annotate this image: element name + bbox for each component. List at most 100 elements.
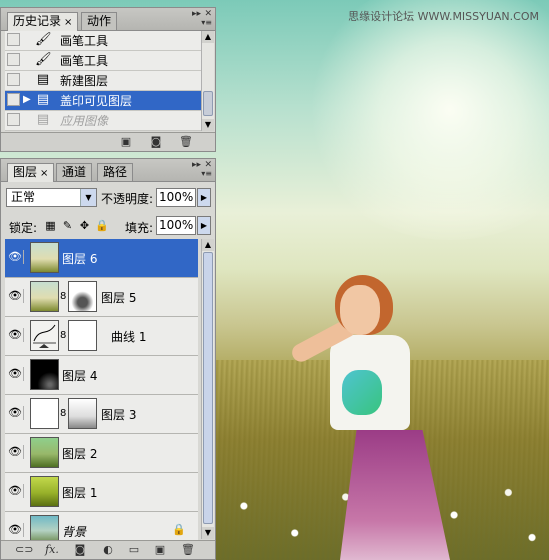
history-item-label: 画笔工具: [60, 34, 109, 48]
tab-layers[interactable]: 图层 ×: [7, 163, 55, 182]
panel-menu-icon[interactable]: ▾≡: [201, 18, 212, 27]
chain-link-icon[interactable]: 8: [60, 291, 66, 302]
close-icon[interactable]: ×: [64, 17, 72, 28]
scroll-thumb[interactable]: [203, 252, 213, 524]
tab-history-label: 历史记录: [13, 14, 62, 28]
layer-mask-thumbnail: [68, 320, 97, 351]
layer-row[interactable]: 👁 8 曲线 1: [5, 317, 198, 356]
fx-icon[interactable]: fx.: [45, 543, 59, 556]
snapshot-source-checkbox[interactable]: [7, 73, 20, 86]
layer-row[interactable]: 👁 图层 2: [5, 434, 198, 473]
visibility-eye-icon[interactable]: 👁: [7, 250, 24, 264]
document-icon: ▤: [36, 72, 50, 87]
history-item-label: 应用图像: [60, 114, 109, 128]
new-document-from-state-icon[interactable]: ▣: [119, 135, 133, 148]
snapshot-source-checkbox[interactable]: [7, 53, 20, 66]
fill-input[interactable]: 100%: [156, 216, 196, 235]
layers-scrollbar[interactable]: ▲ ▼: [201, 239, 214, 539]
scroll-thumb[interactable]: [203, 91, 213, 116]
mask-icon[interactable]: ◙: [73, 543, 87, 556]
lock-all-icon[interactable]: 🔒: [95, 219, 109, 232]
fill-slider-button[interactable]: ▶: [197, 216, 211, 235]
layer-name[interactable]: 图层 6: [62, 250, 97, 267]
layers-footer: ⊂⊃ fx. ◙ ◐ ▭ ▣ 🗑: [1, 540, 215, 559]
layer-thumbnail: [30, 476, 59, 507]
brush-icon: 🖌: [35, 32, 52, 47]
lock-pixels-icon[interactable]: ✎: [61, 219, 74, 232]
trash-icon[interactable]: 🗑: [179, 135, 193, 148]
opacity-input[interactable]: 100%: [156, 188, 196, 207]
layer-name[interactable]: 图层 5: [101, 289, 136, 306]
trash-icon[interactable]: 🗑: [181, 543, 195, 556]
layer-row[interactable]: 👁 图层 4: [5, 356, 198, 395]
folder-icon[interactable]: ▭: [127, 543, 141, 556]
tab-layers-label: 图层: [13, 165, 38, 179]
tab-channels[interactable]: 通道: [56, 163, 93, 181]
curves-adjustment-thumbnail: [30, 320, 59, 351]
layer-mask-thumbnail: [68, 398, 97, 429]
layer-name[interactable]: 图层 4: [62, 367, 97, 384]
tab-actions[interactable]: 动作: [81, 12, 118, 30]
visibility-eye-icon[interactable]: 👁: [7, 328, 24, 342]
lock-transparency-icon[interactable]: ▦: [44, 219, 57, 232]
opacity-slider-button[interactable]: ▶: [197, 188, 211, 207]
scroll-down-icon[interactable]: ▼: [202, 527, 214, 539]
scroll-up-icon[interactable]: ▲: [202, 31, 214, 43]
new-layer-icon[interactable]: ▣: [153, 543, 167, 556]
history-item-selected[interactable]: ▶ ▤ 盖印可见图层: [5, 91, 201, 111]
lock-label: 锁定:: [9, 221, 38, 235]
snapshot-source-checkbox[interactable]: [7, 33, 20, 46]
history-item-label: 新建图层: [60, 74, 109, 88]
layer-name[interactable]: 图层 2: [62, 445, 97, 462]
panel-menu-icon[interactable]: ▾≡: [201, 169, 212, 178]
tab-history[interactable]: 历史记录 ×: [7, 12, 79, 31]
collapse-icon[interactable]: ▸▸: [192, 160, 201, 170]
opacity-label: 不透明度:: [101, 192, 154, 206]
history-item-label: 画笔工具: [60, 54, 109, 68]
layers-tabbar: 图层 × 通道 路径 ▸▸ ✕ ▾≡: [1, 159, 215, 182]
watermark: 思缘设计论坛 WWW.MISSYUAN.COM: [348, 10, 539, 23]
visibility-eye-icon[interactable]: 👁: [7, 484, 24, 498]
new-snapshot-icon[interactable]: ◙: [149, 135, 163, 148]
history-item[interactable]: 🖌 画笔工具: [5, 51, 201, 71]
snapshot-source-checkbox[interactable]: [7, 93, 20, 106]
snapshot-source-checkbox[interactable]: [7, 113, 20, 126]
tab-actions-label: 动作: [87, 14, 112, 28]
link-icon[interactable]: ⊂⊃: [15, 543, 33, 556]
chain-link-icon[interactable]: 8: [60, 330, 66, 341]
collapse-icon[interactable]: ▸▸: [192, 9, 201, 19]
visibility-eye-icon[interactable]: 👁: [7, 445, 24, 459]
history-scrollbar[interactable]: ▲ ▼: [201, 31, 214, 131]
scroll-down-icon[interactable]: ▼: [202, 119, 214, 131]
tab-paths[interactable]: 路径: [97, 163, 134, 181]
visibility-eye-icon[interactable]: 👁: [7, 289, 24, 303]
history-item[interactable]: ▤ 新建图层: [5, 71, 201, 91]
visibility-eye-icon[interactable]: 👁: [7, 523, 24, 537]
face: [340, 285, 380, 335]
chevron-down-icon[interactable]: ▼: [80, 189, 96, 206]
lock-position-icon[interactable]: ✥: [78, 219, 91, 232]
visibility-eye-icon[interactable]: 👁: [7, 406, 24, 420]
layer-thumbnail: [30, 398, 59, 429]
history-panel: 历史记录 × 动作 ▸▸ ✕ ▾≡ 🖌 画笔工具 🖌 画笔工具 ▤ 新建图层 ▶ …: [0, 7, 216, 152]
layer-row[interactable]: 👁 图层 1: [5, 473, 198, 512]
scroll-up-icon[interactable]: ▲: [202, 239, 214, 251]
visibility-eye-icon[interactable]: 👁: [7, 367, 24, 381]
layer-name[interactable]: 图层 3: [101, 406, 136, 423]
layer-row-selected[interactable]: 👁 图层 6: [5, 239, 198, 278]
girl-figure: [280, 270, 480, 560]
blend-mode-select[interactable]: 正常 ▼: [6, 188, 97, 207]
history-item[interactable]: 🖌 画笔工具: [5, 31, 201, 51]
layer-row[interactable]: 👁 8 图层 5: [5, 278, 198, 317]
history-item-dimmed[interactable]: ▤ 应用图像: [5, 111, 201, 131]
adjustment-icon[interactable]: ◐: [101, 543, 115, 556]
layer-name[interactable]: 曲线 1: [111, 328, 146, 345]
layer-name[interactable]: 背景: [62, 523, 86, 540]
layer-mask-thumbnail: [68, 281, 97, 312]
layer-row[interactable]: 👁 8 图层 3: [5, 395, 198, 434]
lock-icon: 🔒: [172, 523, 186, 536]
history-state-slider-icon[interactable]: ▶: [23, 94, 31, 105]
chain-link-icon[interactable]: 8: [60, 408, 66, 419]
layer-name[interactable]: 图层 1: [62, 484, 97, 501]
close-icon[interactable]: ×: [40, 168, 48, 179]
